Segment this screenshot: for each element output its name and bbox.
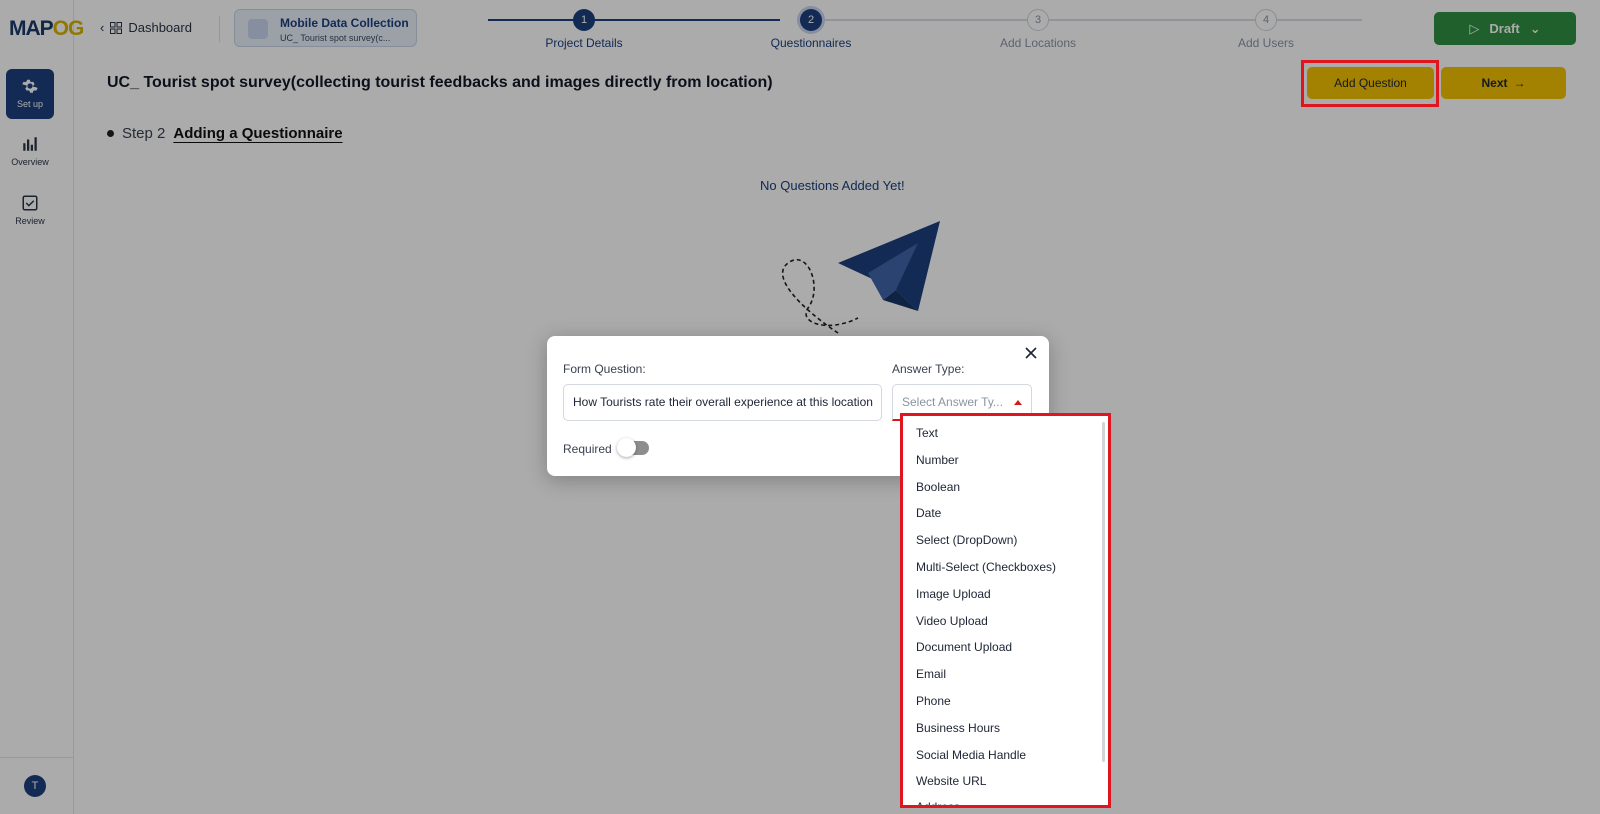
dropdown-option-social-media-handle[interactable]: Social Media Handle [916,748,1026,762]
form-question-label: Form Question: [563,362,646,376]
dropdown-option-email[interactable]: Email [916,667,946,681]
dropdown-option-video-upload[interactable]: Video Upload [916,614,988,628]
toggle-knob [617,438,636,457]
close-icon[interactable] [1023,345,1039,361]
dropdown-option-image-upload[interactable]: Image Upload [916,587,991,601]
form-question-input[interactable]: How Tourists rate their overall experien… [563,384,882,421]
dropdown-option-document-upload[interactable]: Document Upload [916,640,1012,654]
answer-type-dropdown[interactable]: Text Number Boolean Date Select (DropDow… [900,413,1111,808]
dropdown-option-phone[interactable]: Phone [916,694,951,708]
highlight-box-add-question [1301,60,1439,107]
caret-up-icon [1014,399,1022,405]
answer-type-label: Answer Type: [892,362,965,376]
required-toggle[interactable] [617,438,649,457]
dropdown-option-website-url[interactable]: Website URL [916,774,986,788]
dropdown-option-select[interactable]: Select (DropDown) [916,533,1017,547]
dropdown-option-boolean[interactable]: Boolean [916,480,960,494]
dropdown-option-business-hours[interactable]: Business Hours [916,721,1000,735]
dropdown-option-multi-select[interactable]: Multi-Select (Checkboxes) [916,560,1056,574]
dropdown-option-address[interactable]: Address [916,800,960,805]
dropdown-scrollbar[interactable] [1102,422,1105,762]
dropdown-option-number[interactable]: Number [916,453,959,467]
dropdown-option-date[interactable]: Date [916,506,941,520]
dropdown-option-text[interactable]: Text [916,426,938,440]
required-label: Required [563,442,612,456]
